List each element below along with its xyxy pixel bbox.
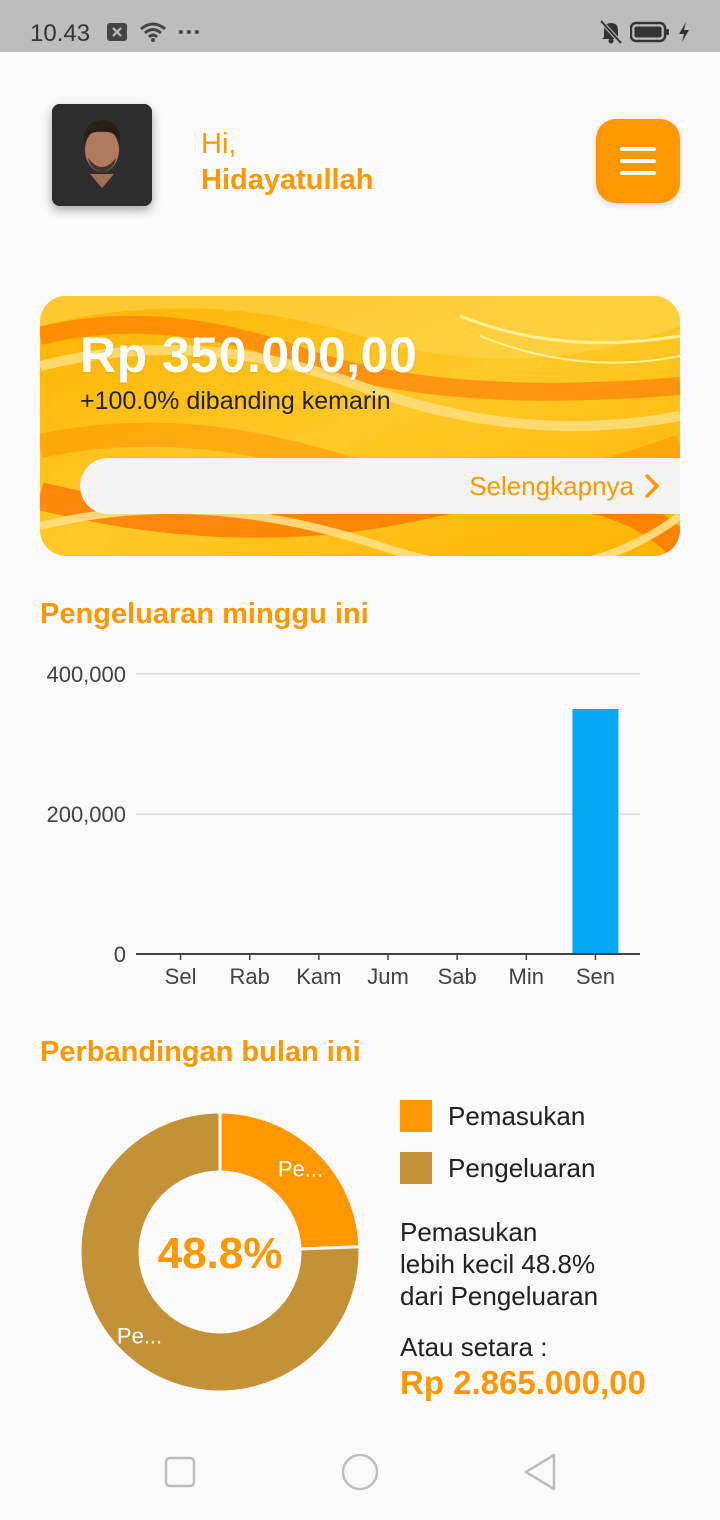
comparison-line: dari Pengeluaran [400,1281,599,1311]
more-dots-icon [179,30,199,34]
x-tick-label: Sen [576,964,615,989]
greeting: Hi, Hidayatullah [201,126,373,198]
weekly-title: Pengeluaran minggu ini [40,598,369,630]
donut-slice-label: Pe... [278,1156,323,1181]
wifi-icon [140,22,166,42]
menu-button[interactable] [596,119,680,203]
y-tick-label: 200,000 [46,802,126,827]
avatar-photo [52,104,152,206]
donut-slice-label: Pe... [117,1324,162,1349]
back-icon[interactable] [522,1452,558,1492]
weekly-bar-chart: 0 200,000 400,000 Sel Rab Kam Jum Sab Min Sen [46,662,640,989]
status-bar: 10.43 [0,0,720,52]
user-name: Hidayatullah [201,164,374,196]
avatar[interactable] [52,104,152,206]
comparison-text: Pemasukan lebih kecil 48.8% dari Pengelu… [400,1216,598,1312]
y-tick-label: 400,000 [46,662,126,687]
bar [572,709,619,953]
x-tick-label: Kam [296,964,341,989]
legend-item-income: Pemasukan [400,1100,585,1132]
close-box-icon [107,23,127,41]
see-more-label: Selengkapnya [469,470,634,501]
balance-card: Rp 350.000,00 +100.0% dibanding kemarin … [40,296,680,556]
y-tick-label: 0 [114,942,126,967]
legend-label-expense: Pengeluaran [448,1152,596,1183]
x-tick-label: Jum [367,964,409,989]
balance-amount: Rp 350.000,00 [80,327,418,383]
recent-apps-icon[interactable] [164,1456,196,1488]
see-more-button[interactable]: Selengkapnya [80,458,680,514]
legend-item-expense: Pengeluaran [400,1152,595,1184]
legend-label-income: Pemasukan [448,1100,586,1131]
x-tick-label: Sab [438,964,477,989]
monthly-title: Perbandingan bulan ini [40,1036,361,1068]
legend-swatch-expense [400,1152,432,1184]
battery-icon [630,21,669,43]
equal-value: Rp 2.865.000,00 [400,1364,646,1401]
comparison-line: lebih kecil 48.8% [400,1249,596,1279]
status-time: 10.43 [30,20,91,47]
equal-label: Atau setara : [400,1332,548,1362]
donut-center-label: 48.8% [158,1229,283,1278]
navigation-bar [0,1428,720,1520]
balance-change: +100.0% dibanding kemarin [80,387,391,415]
mute-icon [600,20,622,44]
comparison-line: Pemasukan [400,1217,538,1247]
x-tick-label: Rab [230,964,270,989]
hamburger-menu-icon [620,147,656,151]
monthly-donut-chart: Pe... Pe... 48.8% [78,1110,362,1394]
charging-icon [679,22,689,42]
home-icon[interactable] [340,1452,380,1492]
chevron-right-icon [645,474,660,498]
x-tick-label: Sel [165,964,197,989]
x-tick-label: Min [509,964,544,989]
greeting-hi: Hi, [201,128,237,160]
legend-swatch-income [400,1100,432,1132]
